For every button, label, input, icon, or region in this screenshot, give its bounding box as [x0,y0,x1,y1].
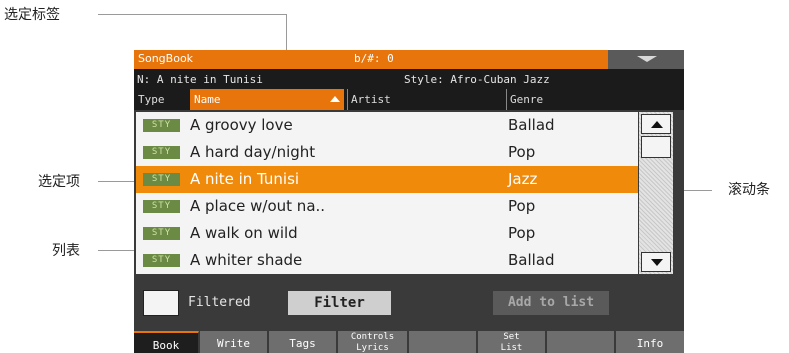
tab-controls-lyrics[interactable]: Controls Lyrics [338,331,408,353]
song-title: A whiter shade [190,251,303,269]
song-genre: Pop [508,197,536,215]
tab-info[interactable]: Info [616,331,684,353]
tab-label: Book [152,339,180,352]
list-scrollbar[interactable] [639,112,673,274]
song-title: A groovy love [190,116,293,134]
sort-ascending-icon [330,96,340,102]
tab-label: Tags [289,337,316,350]
column-header-type[interactable]: Type [138,89,165,110]
tab-label: Info [636,337,664,350]
song-title: A nite in Tunisi [190,170,300,188]
tab-label-line1: Controls [350,332,395,342]
leader-selected-tab-h [98,14,286,15]
song-genre: Jazz [508,170,538,188]
column-header-artist[interactable]: Artist [347,89,391,110]
song-genre: Pop [508,143,536,161]
callout-list: 列表 [52,243,80,259]
filtered-checkbox[interactable] [143,290,179,316]
tab-label: Write [216,337,251,350]
style-type-badge: STY [143,173,180,186]
tab-bar: Book Write Tags Controls Lyrics Set List… [134,331,684,353]
tab-label-line2: Lyrics [356,343,389,353]
transpose-readout: b/#: 0 [354,52,394,65]
arrow-up-icon [651,121,663,128]
song-genre: Pop [508,224,536,242]
list-item[interactable]: STY A walk on wild Pop [136,220,638,247]
tab-write[interactable]: Write [200,331,268,353]
scroll-down-button[interactable] [641,252,671,272]
title-bar: SongBook b/#: 0 [134,50,684,69]
add-to-list-button[interactable]: Add to list [493,291,609,315]
column-header-name[interactable]: Name [190,89,344,110]
tab-empty-2[interactable] [547,331,615,353]
style-type-badge: STY [143,146,180,159]
list-item[interactable]: STY A hard day/night Pop [136,139,638,166]
tab-set-list[interactable]: Set List [478,331,546,353]
column-header-row: Type Name Artist Genre [134,89,684,110]
page-menu-button[interactable] [606,50,684,69]
chevron-down-icon [637,56,657,62]
arrow-down-icon [651,259,663,266]
list-item[interactable]: STY A groovy love Ballad [136,112,638,139]
tab-label-line1: Set [503,332,520,342]
tab-label-line2: List [500,343,523,353]
song-title: A walk on wild [190,224,298,242]
list-item[interactable]: STY A whiter shade Ballad [136,247,638,274]
filter-button[interactable]: Filter [288,291,391,315]
style-type-badge: STY [143,119,180,132]
info-row: N: A nite in Tunisi Style: Afro-Cuban Ja… [134,69,684,89]
filtered-label: Filtered [188,295,251,310]
column-header-genre[interactable]: Genre [506,89,543,110]
list-item[interactable]: STY A place w/out na.. Pop [136,193,638,220]
callout-selected-tab: 选定标签 [4,7,60,23]
column-header-name-label: Name [194,93,221,106]
callout-selected-item: 选定项 [38,174,80,190]
tab-tags[interactable]: Tags [269,331,337,353]
song-title: A hard day/night [190,143,316,161]
tab-book[interactable]: Book [134,331,199,353]
scrollbar-thumb[interactable] [641,136,671,158]
style-type-badge: STY [143,200,180,213]
current-style-name: Style: Afro-Cuban Jazz [404,73,550,86]
current-song-name: N: A nite in Tunisi [137,73,263,86]
list-item-selected[interactable]: STY A nite in Tunisi Jazz [136,166,638,193]
song-genre: Ballad [508,116,555,134]
scroll-up-button[interactable] [641,114,671,134]
song-title: A place w/out na.. [190,197,326,215]
songbook-screen: SongBook b/#: 0 N: A nite in Tunisi Styl… [134,50,684,353]
song-list: STY A groovy love Ballad STY A hard day/… [136,112,638,274]
tab-empty-1[interactable] [409,331,477,353]
app-title: SongBook [138,52,194,65]
callout-scrollbar: 滚动条 [728,182,770,198]
song-genre: Ballad [508,251,555,269]
style-type-badge: STY [143,227,180,240]
style-type-badge: STY [143,254,180,267]
